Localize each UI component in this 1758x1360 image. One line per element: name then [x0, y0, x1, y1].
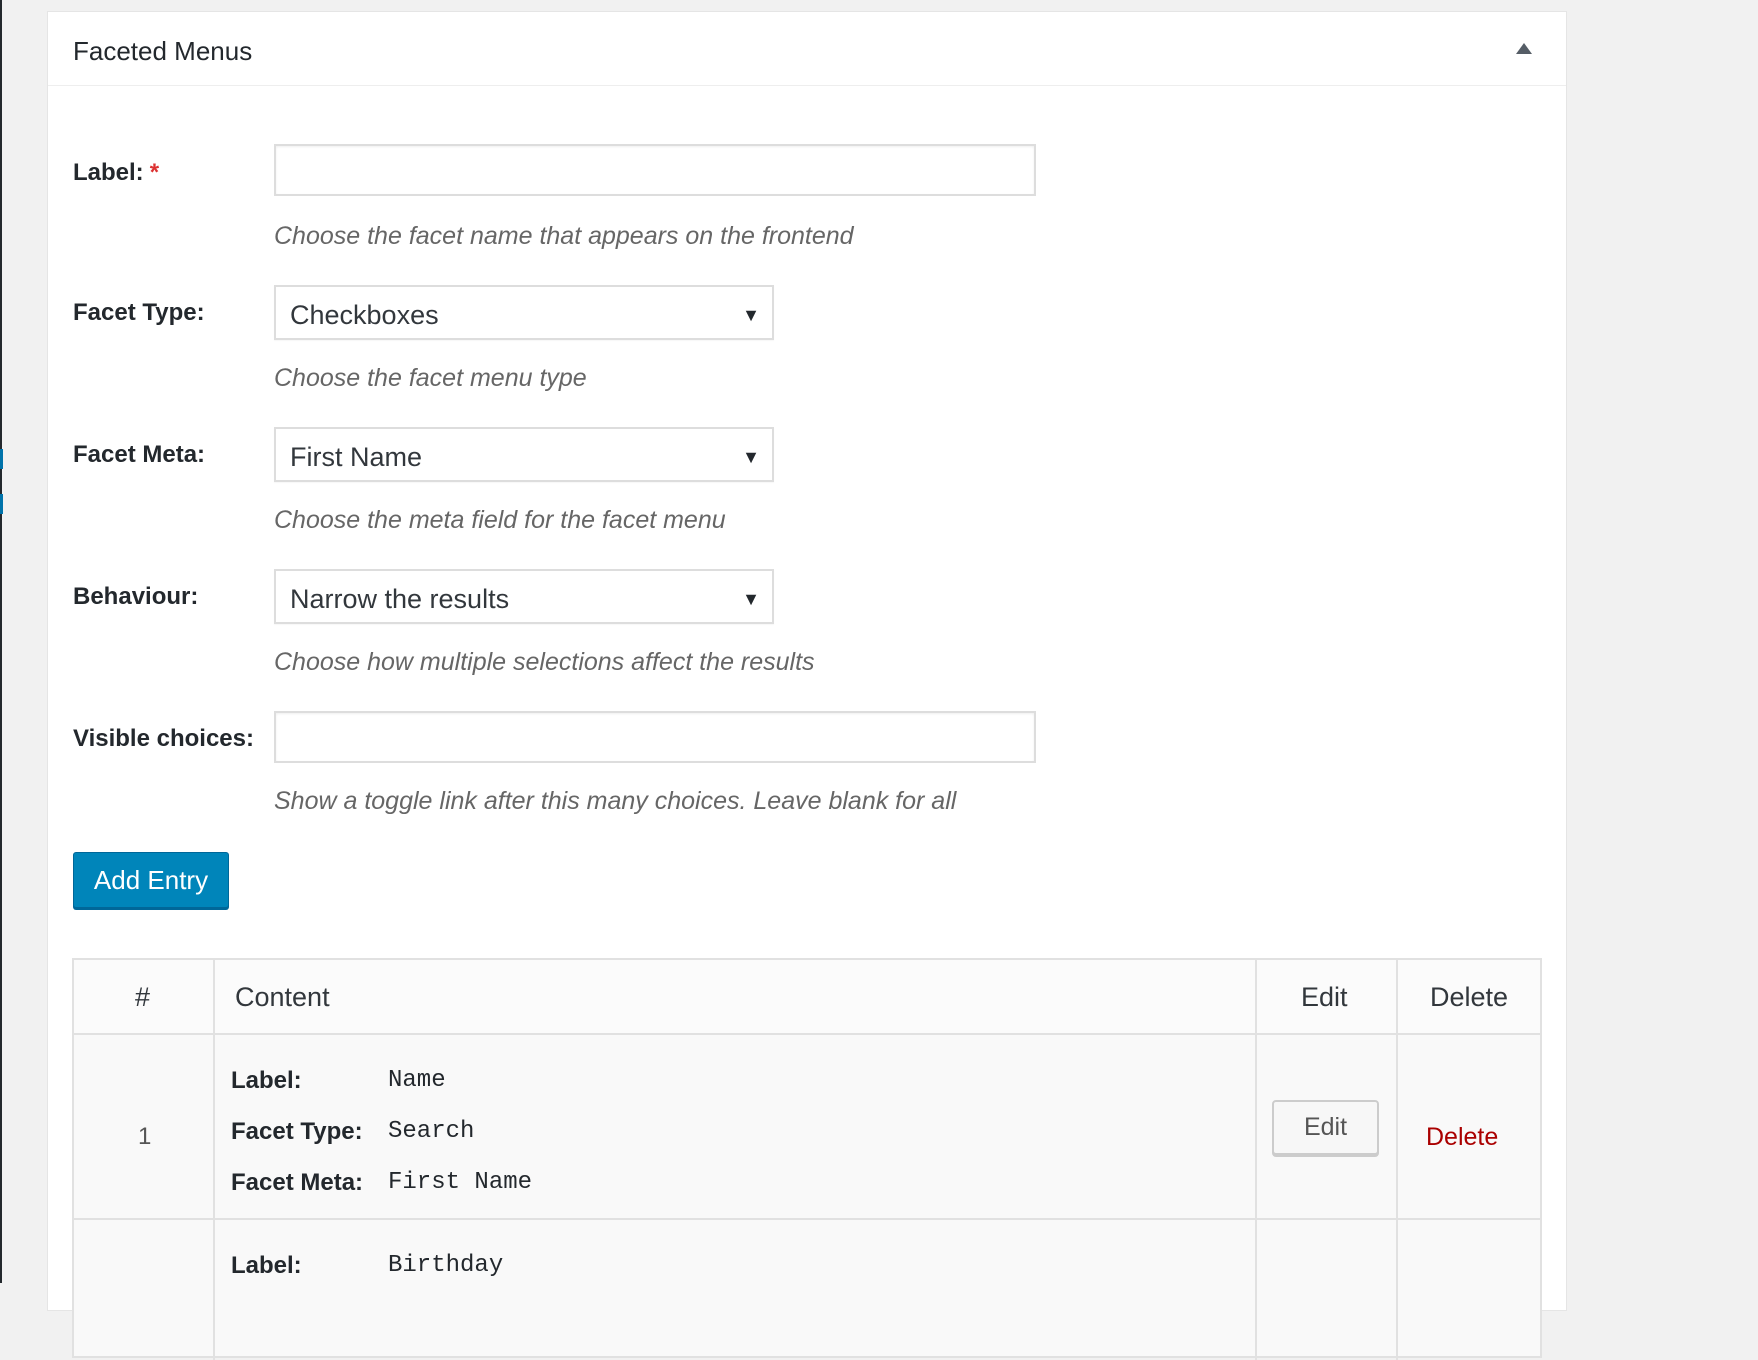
caret-down-icon: ▼: [742, 305, 760, 325]
row-facet-type-value: Search: [388, 1118, 475, 1145]
column-divider: [1255, 960, 1257, 1360]
row-facet-meta-value: First Name: [388, 1169, 533, 1196]
visible-choices-input[interactable]: [274, 711, 1036, 763]
row-label-value: Birthday: [388, 1252, 504, 1279]
behaviour-description: Choose how multiple selections affect th…: [274, 648, 815, 676]
sidebar-accent: [0, 449, 3, 469]
facet-type-description: Choose the facet menu type: [274, 364, 587, 392]
facet-type-value: Checkboxes: [290, 300, 439, 330]
row-label-value: Name: [388, 1067, 446, 1094]
facet-type-select[interactable]: Checkboxes ▼: [274, 285, 774, 340]
header-delete: Delete: [1430, 982, 1509, 1012]
column-divider: [213, 960, 215, 1360]
row-divider: [74, 1218, 1540, 1220]
facet-meta-description: Choose the meta field for the facet menu: [274, 506, 726, 534]
header-edit: Edit: [1301, 982, 1348, 1012]
label-field-label: Label: *: [73, 159, 160, 186]
facet-type-label: Facet Type:: [73, 299, 205, 326]
visible-choices-label: Visible choices:: [73, 725, 254, 752]
row-facet-meta-key: Facet Meta:: [231, 1169, 364, 1196]
header-content: Content: [235, 982, 330, 1012]
caret-down-icon: ▼: [742, 589, 760, 609]
behaviour-value: Narrow the results: [290, 584, 510, 614]
label-input[interactable]: [274, 144, 1036, 196]
edit-button[interactable]: Edit: [1272, 1100, 1379, 1155]
header-number: #: [135, 982, 151, 1012]
admin-sidebar-edge: [0, 0, 2, 1283]
facet-meta-label: Facet Meta:: [73, 441, 206, 468]
sidebar-accent: [0, 494, 3, 514]
behaviour-select[interactable]: Narrow the results ▼: [274, 569, 774, 624]
row-label-key: Label:: [231, 1252, 302, 1279]
required-marker: *: [149, 159, 160, 186]
row-facet-type-key: Facet Type:: [231, 1118, 363, 1145]
facet-meta-select[interactable]: First Name ▼: [274, 427, 774, 482]
column-divider: [1396, 960, 1398, 1360]
caret-down-icon: ▼: [742, 447, 760, 467]
entries-table: # Content Edit Delete 1 Label: Name Face…: [72, 958, 1542, 1360]
triangle-up-icon[interactable]: [1516, 43, 1532, 54]
faceted-menus-panel: Faceted Menus Label: * Choose the facet n…: [47, 11, 1567, 1360]
panel-title: Faceted Menus: [73, 36, 253, 66]
panel-header[interactable]: Faceted Menus: [48, 12, 1566, 86]
add-entry-button[interactable]: Add Entry: [73, 852, 229, 908]
visible-choices-description: Show a toggle link after this many choic…: [274, 787, 957, 815]
row-number: 1: [138, 1123, 152, 1150]
row-label-key: Label:: [231, 1067, 302, 1094]
facet-meta-value: First Name: [290, 442, 423, 472]
delete-link[interactable]: Delete: [1426, 1123, 1498, 1152]
label-description: Choose the facet name that appears on th…: [274, 222, 854, 250]
behaviour-label: Behaviour:: [73, 583, 199, 610]
